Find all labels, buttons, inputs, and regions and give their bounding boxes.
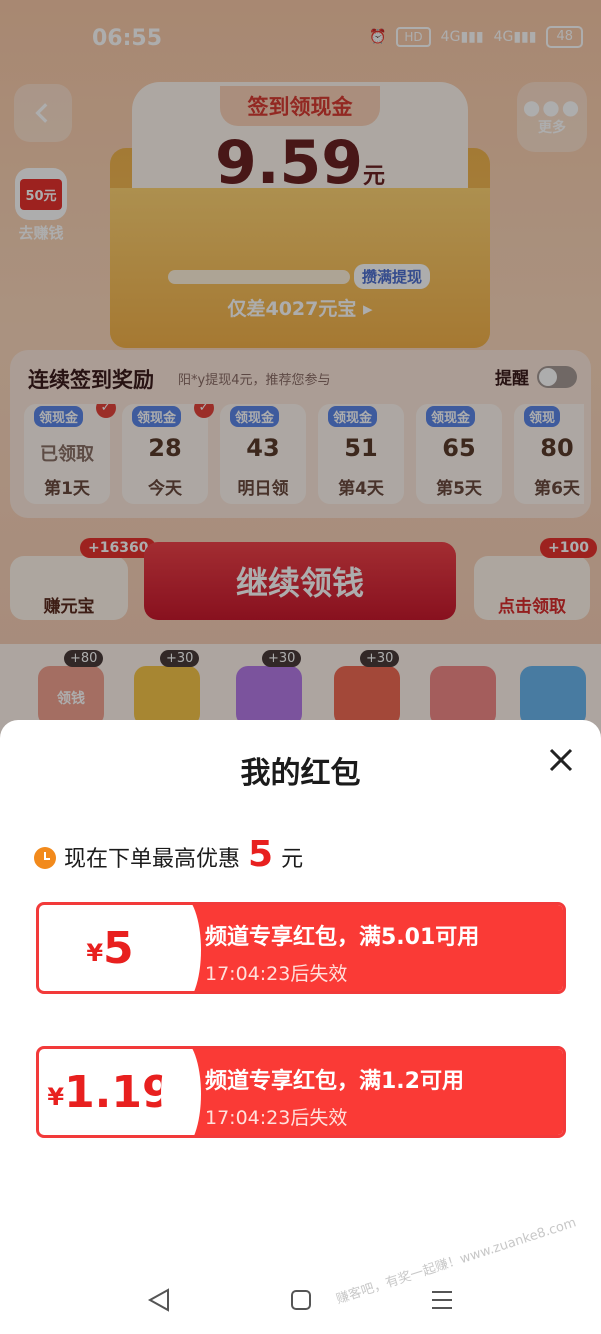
coupon-expire: 17:04:23后失效 [205, 963, 348, 985]
dim-overlay[interactable] [0, 0, 601, 740]
coupon-value: ¥ 5 [39, 905, 181, 991]
discount-notice: 现在下单最高优惠 5 元 [34, 834, 303, 875]
close-button[interactable] [545, 744, 577, 776]
notice-suffix: 元 [281, 847, 304, 872]
sheet-title: 我的红包 [240, 756, 361, 791]
coupon-card[interactable]: ¥ 1.19 频道专享红包，满1.2可用 17:04:23后失效 [36, 1046, 566, 1138]
coupon-value: ¥ 1.19 [39, 1049, 181, 1135]
menu-icon [432, 1291, 452, 1309]
coupon-title: 频道专享红包，满1.2可用 [205, 1069, 464, 1094]
notice-amount: 5 [248, 834, 274, 875]
coupon-amount: 5 [103, 922, 134, 974]
clock-icon [34, 847, 56, 869]
nav-home-button[interactable] [281, 1280, 321, 1320]
square-home-icon [291, 1290, 311, 1310]
notice-prefix: 现在下单最高优惠 [64, 847, 241, 872]
triangle-back-icon [147, 1288, 169, 1312]
nav-menu-button[interactable] [422, 1280, 462, 1320]
coupon-currency: ¥ [47, 1083, 65, 1111]
coupon-amount: 1.19 [64, 1066, 173, 1118]
coupon-currency: ¥ [86, 939, 104, 967]
coupon-expire: 17:04:23后失效 [205, 1107, 348, 1129]
background-page: 06:55 ⏰ HD 4G▮▮▮ 4G▮▮▮ 48 ●●● 更多 50元 去赚钱… [0, 0, 601, 740]
coupon-card[interactable]: ¥ 5 频道专享红包，满5.01可用 17:04:23后失效 [36, 902, 566, 994]
system-nav-bar [0, 1262, 601, 1334]
close-icon [549, 748, 573, 772]
coupon-title: 频道专享红包，满5.01可用 [205, 925, 480, 950]
nav-back-button[interactable] [140, 1280, 180, 1320]
